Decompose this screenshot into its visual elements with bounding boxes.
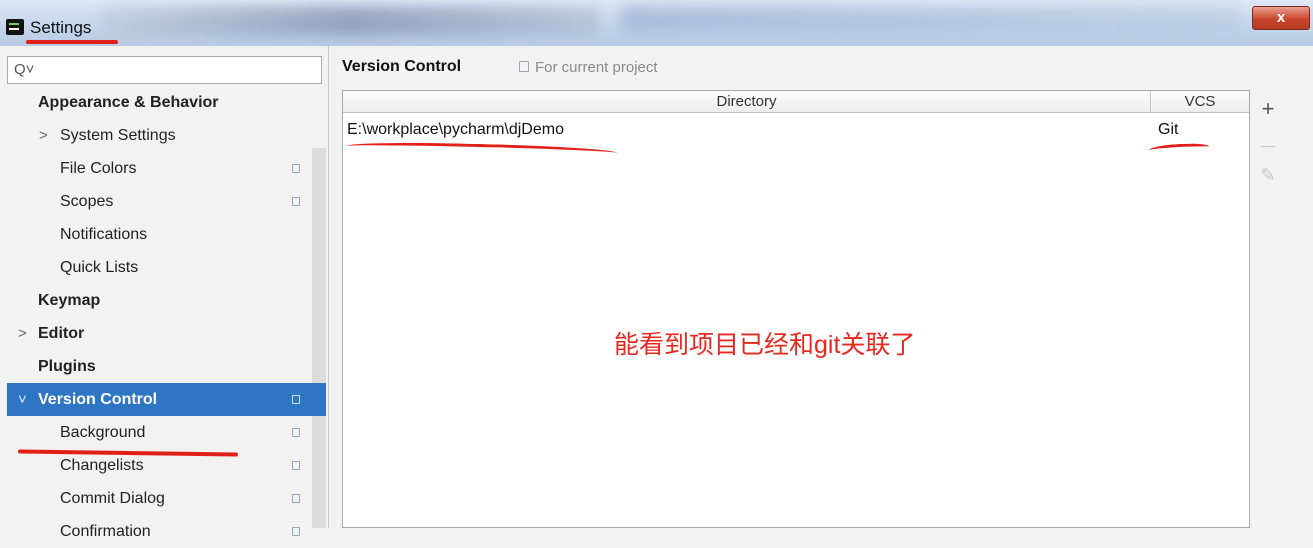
project-scope-icon: [292, 197, 300, 206]
scope-text: For current project: [535, 59, 658, 76]
project-scope-icon: [292, 164, 300, 173]
sidebar-item-label: Quick Lists: [60, 259, 139, 276]
sidebar-item[interactable]: > Editor: [7, 317, 326, 350]
vcs-red-underline: [1148, 142, 1210, 155]
search-field[interactable]: Q˅: [7, 56, 322, 84]
sidebar-item[interactable]: > System Settings: [7, 119, 326, 152]
edit-button[interactable]: ✎: [1254, 162, 1282, 188]
sidebar-item[interactable]: Background: [7, 416, 326, 449]
table-cell-vcs[interactable]: Git: [1158, 121, 1178, 139]
sidebar-item[interactable]: ˅ Version Control: [7, 383, 326, 416]
column-header-vcs[interactable]: VCS: [1151, 91, 1249, 113]
add-button[interactable]: +: [1254, 96, 1282, 122]
table-cell-directory[interactable]: E:\workplace\pycharm\djDemo: [347, 121, 564, 139]
sidebar-item[interactable]: Keymap: [7, 284, 326, 317]
chevron-right-icon[interactable]: >: [18, 317, 27, 350]
chevron-right-icon[interactable]: >: [39, 119, 48, 152]
panel-title: Version Control: [342, 58, 462, 75]
project-scope-icon: [292, 428, 300, 437]
title-red-underline: [26, 40, 118, 44]
pycharm-app-icon: [6, 19, 24, 35]
sidebar-item[interactable]: Scopes: [7, 185, 326, 218]
project-scope-icon: [292, 461, 300, 470]
blurred-menu-bar: [100, 6, 600, 36]
sidebar-item[interactable]: Plugins: [7, 350, 326, 383]
blurred-title-area: [620, 6, 1240, 32]
sidebar-item-label: Editor: [38, 325, 85, 342]
sidebar-item-label: Notifications: [60, 226, 148, 243]
chevron-down-icon[interactable]: ˅: [18, 383, 27, 416]
sidebar-item-label: Confirmation: [60, 523, 151, 540]
search-icon: Q˅: [14, 61, 35, 78]
sidebar-item-label: Version Control: [38, 391, 158, 408]
sidebar-item-label: Keymap: [38, 292, 101, 309]
version-control-panel: Version Control For current project Dire…: [329, 46, 1313, 528]
sidebar-item-label: File Colors: [60, 160, 137, 177]
project-scope-icon: [292, 395, 300, 404]
title-bar: Settings x: [0, 0, 1313, 46]
sidebar-item-label: Scopes: [60, 193, 114, 210]
settings-sidebar: Q˅ Appearance & Behavior > System Settings…: [0, 46, 329, 540]
scope-label: For current project: [519, 59, 658, 76]
sidebar-item[interactable]: Quick Lists: [7, 251, 326, 284]
vcs-mappings-table: Directory VCS E:\workplace\pycharm\djDem…: [342, 90, 1250, 528]
sidebar-item[interactable]: Appearance & Behavior: [7, 86, 326, 119]
window-title: Settings: [30, 18, 92, 37]
sidebar-item-label: Appearance & Behavior: [38, 94, 219, 111]
sidebar-item-label: Background: [60, 424, 146, 441]
column-header-directory[interactable]: Directory: [343, 91, 1151, 113]
directory-red-underline: [346, 140, 618, 159]
sidebar-item[interactable]: Notifications: [7, 218, 326, 251]
sidebar-item-label: System Settings: [60, 127, 176, 144]
sidebar-item[interactable]: Commit Dialog: [7, 482, 326, 515]
sidebar-item-label: Commit Dialog: [60, 490, 165, 507]
project-scope-icon: [292, 494, 300, 503]
annotation-text: 能看到项目已经和git关联了: [614, 331, 916, 359]
project-scope-icon: [519, 61, 529, 72]
project-scope-icon: [292, 527, 300, 536]
sidebar-item[interactable]: Confirmation: [7, 515, 326, 548]
close-button[interactable]: x: [1252, 6, 1310, 30]
sidebar-item[interactable]: File Colors: [7, 152, 326, 185]
remove-button[interactable]: —: [1254, 132, 1282, 158]
sidebar-item-label: Plugins: [38, 358, 96, 375]
